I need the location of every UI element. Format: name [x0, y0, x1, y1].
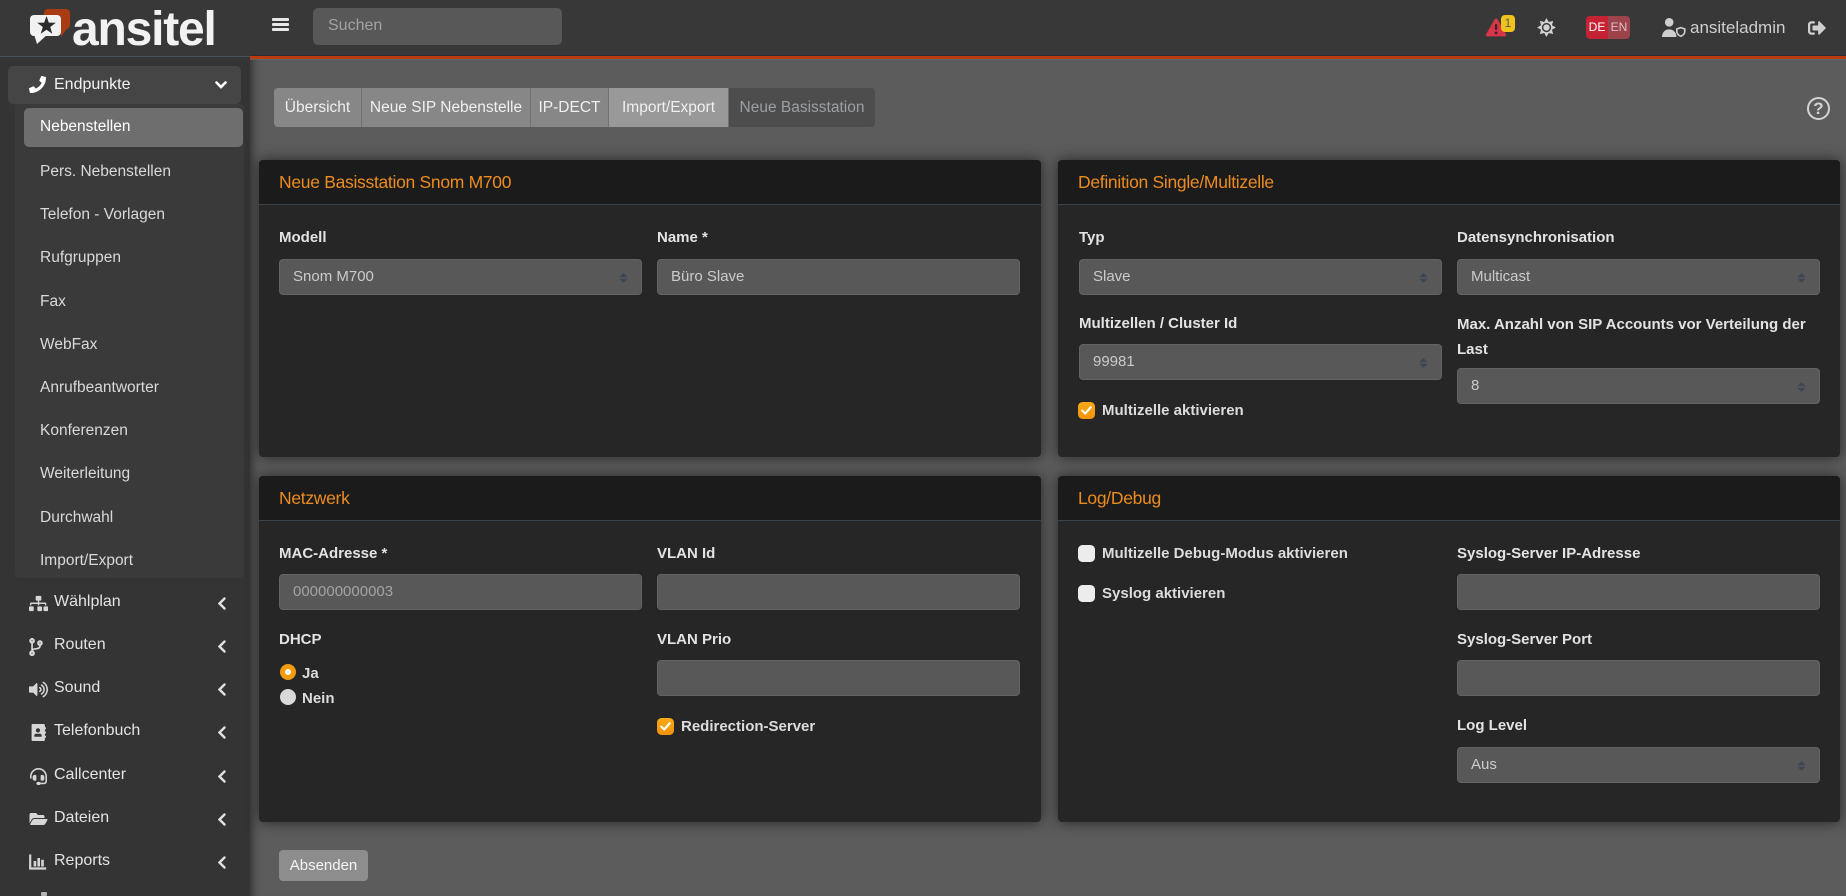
svg-text:ansitel: ansitel [72, 3, 216, 56]
